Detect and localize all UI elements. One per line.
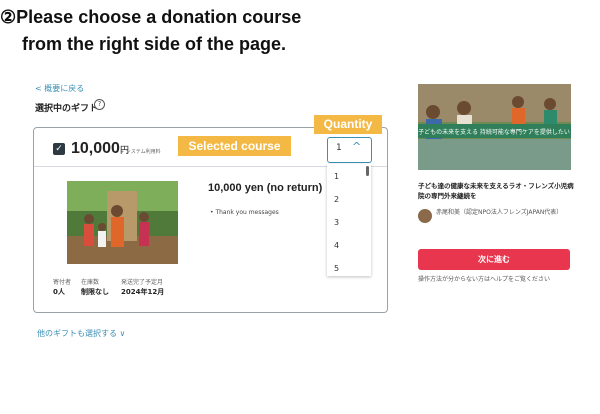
price-amount: 10,000 <box>71 140 120 157</box>
stat-value-stock: 制限なし <box>81 288 109 296</box>
owner-avatar <box>418 209 432 223</box>
quantity-option[interactable]: 5 <box>334 264 339 273</box>
instruction-line-1: ②Please choose a donation course <box>0 7 302 27</box>
course-photo <box>67 181 178 264</box>
chevron-up-icon[interactable]: ^ <box>352 140 361 153</box>
quantity-option[interactable]: 4 <box>334 241 339 250</box>
project-thumbnail: 子どもの未来を支える 持続可能な専門ケアを提供したい <box>418 84 571 170</box>
quantity-badge: Quantity <box>314 115 382 134</box>
quantity-selected-value: 1 <box>336 143 342 153</box>
system-fee-note: + システム利用料 <box>120 149 161 155</box>
selected-course-badge: Selected course <box>178 136 291 156</box>
help-icon[interactable]: ? <box>94 99 105 110</box>
stat-label-stock: 在庫数 <box>81 279 100 286</box>
select-other-gifts-link[interactable]: 他のギフトも選択する ∨ <box>37 328 125 339</box>
project-title: 子ども達の健康な未来を支えるラオ・フレンズ小児病院の専門外来継続を <box>418 182 574 200</box>
instruction-text: ②Please choose a donation course from th… <box>0 4 301 58</box>
quantity-option[interactable]: 3 <box>334 218 339 227</box>
quantity-option[interactable]: 2 <box>334 195 339 204</box>
next-button[interactable]: 次に進む <box>418 249 570 270</box>
back-to-overview-link[interactable]: < 概要に戻る <box>35 83 84 94</box>
stat-label-donors: 寄付者 <box>53 279 72 286</box>
dropdown-scrollbar[interactable] <box>366 166 369 176</box>
course-title: 10,000 yen (no return) <box>208 182 323 194</box>
quantity-select[interactable] <box>327 137 372 163</box>
checkbox-checked-icon[interactable]: ✓ <box>53 143 65 155</box>
instruction-line-2: from the right side of the page. <box>22 34 287 54</box>
stat-value-donors: 0人 <box>53 288 65 296</box>
course-perk: • Thank you messages <box>210 209 279 216</box>
quantity-dropdown-list: 1 2 3 4 5 <box>327 164 371 276</box>
thumbnail-caption: 子どもの未来を支える 持続可能な専門ケアを提供したい <box>418 128 570 136</box>
selected-gift-heading: 選択中のギフト <box>35 104 99 114</box>
stat-value-ship-month: 2024年12月 <box>121 288 165 296</box>
stat-label-ship-month: 発送完了予定月 <box>121 279 164 286</box>
project-owner: 赤尾和美（認定NPO法人フレンズJAPAN代表） <box>436 209 563 216</box>
help-note: 操作方法が分からない方はヘルプをご覧ください <box>418 276 551 283</box>
quantity-option[interactable]: 1 <box>334 172 339 181</box>
